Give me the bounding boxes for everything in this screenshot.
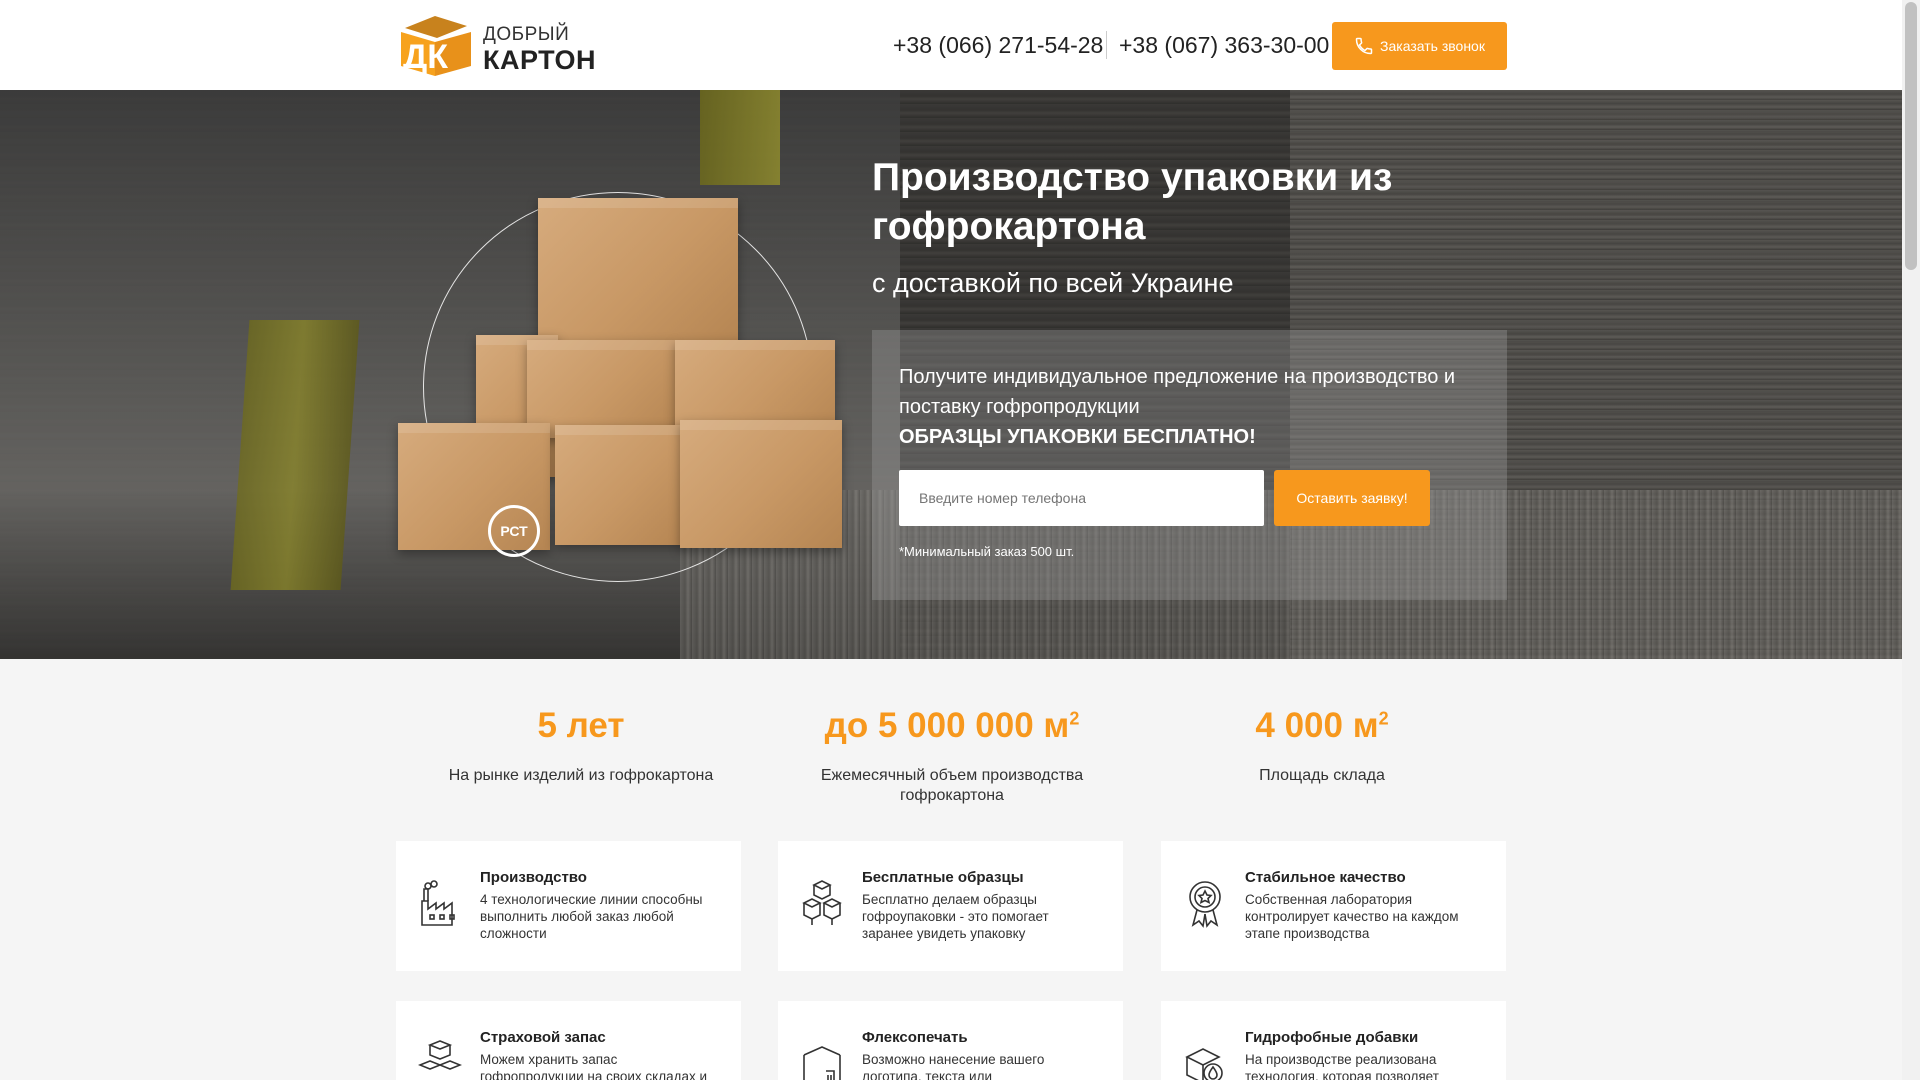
feature-text: 4 технологические линии способны выполни… bbox=[480, 892, 703, 941]
box-image bbox=[538, 198, 738, 346]
factory-icon bbox=[421, 880, 455, 926]
feature-card-free-samples: Бесплатные образцы Бесплатно делаем обра… bbox=[778, 841, 1123, 971]
box-image bbox=[680, 420, 842, 548]
form-free-samples-text: ОБРАЗЦЫ УПАКОВКИ БЕСПЛАТНО! bbox=[899, 426, 1256, 448]
print-box-icon bbox=[803, 1046, 841, 1080]
submit-request-button[interactable]: Оставить заявку! bbox=[1274, 470, 1430, 526]
hero-title: Производство упаковки из гофрокартона bbox=[872, 156, 1393, 248]
feature-text: Возможно нанесение вашего логотипа, текс… bbox=[862, 1052, 1045, 1080]
logo[interactable]: ДК ДОБРЫЙ КАРТОН bbox=[395, 14, 595, 78]
stacked-boxes-icon bbox=[418, 1040, 462, 1070]
feature-text: На производстве реализована технология, … bbox=[1245, 1052, 1439, 1080]
feature-title: Флексопечать bbox=[862, 1029, 968, 1046]
logo-mark-icon: ДК bbox=[401, 16, 471, 76]
stat-value-text: 5 лет bbox=[537, 706, 625, 745]
stat-warehouse-area: 4 000 м2 Площадь склада bbox=[1162, 706, 1482, 786]
form-description: Получите индивидуальное предложение на п… bbox=[899, 362, 1459, 452]
site-header: ДК ДОБРЫЙ КАРТОН +38 (066) 271-54-28 +38… bbox=[0, 0, 1902, 90]
request-form: Получите индивидуальное предложение на п… bbox=[872, 330, 1507, 600]
feature-card-stock: Страховой запас Можем хранить запас гофр… bbox=[396, 1001, 741, 1080]
phone-icon bbox=[1355, 37, 1373, 55]
quality-badge-icon bbox=[1189, 881, 1221, 928]
stat-years: 5 лет На рынке изделий из гофрокартона bbox=[421, 706, 741, 786]
stat-monthly-volume: до 5 000 000 м2 Ежемесячный объем произв… bbox=[792, 706, 1112, 806]
feature-title: Страховой запас bbox=[480, 1029, 606, 1046]
order-call-label: Заказать звонок bbox=[1380, 38, 1485, 54]
order-call-button[interactable]: Заказать звонок bbox=[1332, 22, 1507, 70]
water-box-icon bbox=[1185, 1048, 1223, 1080]
stat-value: 4 000 м2 bbox=[1162, 706, 1482, 746]
feature-text: Можем хранить запас гофропродукции на св… bbox=[480, 1052, 708, 1080]
logo-text-bottom: КАРТОН bbox=[483, 45, 596, 75]
stat-value: 5 лет bbox=[421, 706, 741, 746]
scrollbar-thumb[interactable] bbox=[1905, 2, 1917, 270]
logo-mark-text: ДК bbox=[403, 38, 448, 76]
hero-section: РСТ Производство упаковки из гофрокартон… bbox=[0, 90, 1902, 659]
boxes-icon bbox=[802, 880, 842, 925]
phone-number-1[interactable]: +38 (066) 271-54-28 bbox=[893, 32, 1103, 59]
stat-value-sup: 2 bbox=[1069, 708, 1080, 729]
hero-subtitle: с доставкой по всей Украине bbox=[872, 268, 1234, 298]
feature-text: Бесплатно делаем образцы гофроупаковки -… bbox=[862, 892, 1049, 941]
divider bbox=[1106, 31, 1107, 59]
stat-value-sup: 2 bbox=[1378, 708, 1389, 729]
certification-mark: РСТ bbox=[500, 523, 528, 539]
stat-value: до 5 000 000 м2 bbox=[792, 706, 1112, 746]
stat-label: Ежемесячный объем производства гофрокарт… bbox=[820, 767, 1084, 804]
page-scrollbar[interactable] bbox=[1902, 0, 1920, 1080]
feature-title: Стабильное качество bbox=[1245, 869, 1406, 886]
stat-value-text: до 5 000 000 м bbox=[824, 706, 1070, 745]
min-order-note: *Минимальный заказ 500 шт. bbox=[899, 544, 1075, 559]
feature-text: Собственная лаборатория контролирует кач… bbox=[1245, 892, 1459, 941]
feature-title: Гидрофобные добавки bbox=[1245, 1029, 1419, 1046]
phone-input[interactable] bbox=[899, 470, 1264, 526]
certification-icon: РСТ bbox=[488, 505, 540, 557]
form-description-text: Получите индивидуальное предложение на п… bbox=[899, 366, 1456, 418]
box-image bbox=[555, 425, 685, 545]
feature-card-production: Производство 4 технологические линии спо… bbox=[396, 841, 741, 971]
logo-text-top: ДОБРЫЙ bbox=[483, 24, 570, 45]
phone-number-2[interactable]: +38 (067) 363-30-00 bbox=[1119, 32, 1329, 59]
feature-card-flexo-print: Флексопечать Возможно нанесение вашего л… bbox=[778, 1001, 1123, 1080]
feature-card-quality: Стабильное качество Собственная лаборато… bbox=[1161, 841, 1506, 971]
stat-label: Площадь склада bbox=[1259, 767, 1385, 784]
feature-title: Бесплатные образцы bbox=[862, 869, 1024, 886]
stat-value-text: 4 000 м bbox=[1255, 706, 1379, 745]
feature-title: Производство bbox=[480, 869, 587, 886]
feature-card-hydrophobic: Гидрофобные добавки На производстве реал… bbox=[1161, 1001, 1506, 1080]
stat-label: На рынке изделий из гофрокартона bbox=[448, 767, 714, 784]
